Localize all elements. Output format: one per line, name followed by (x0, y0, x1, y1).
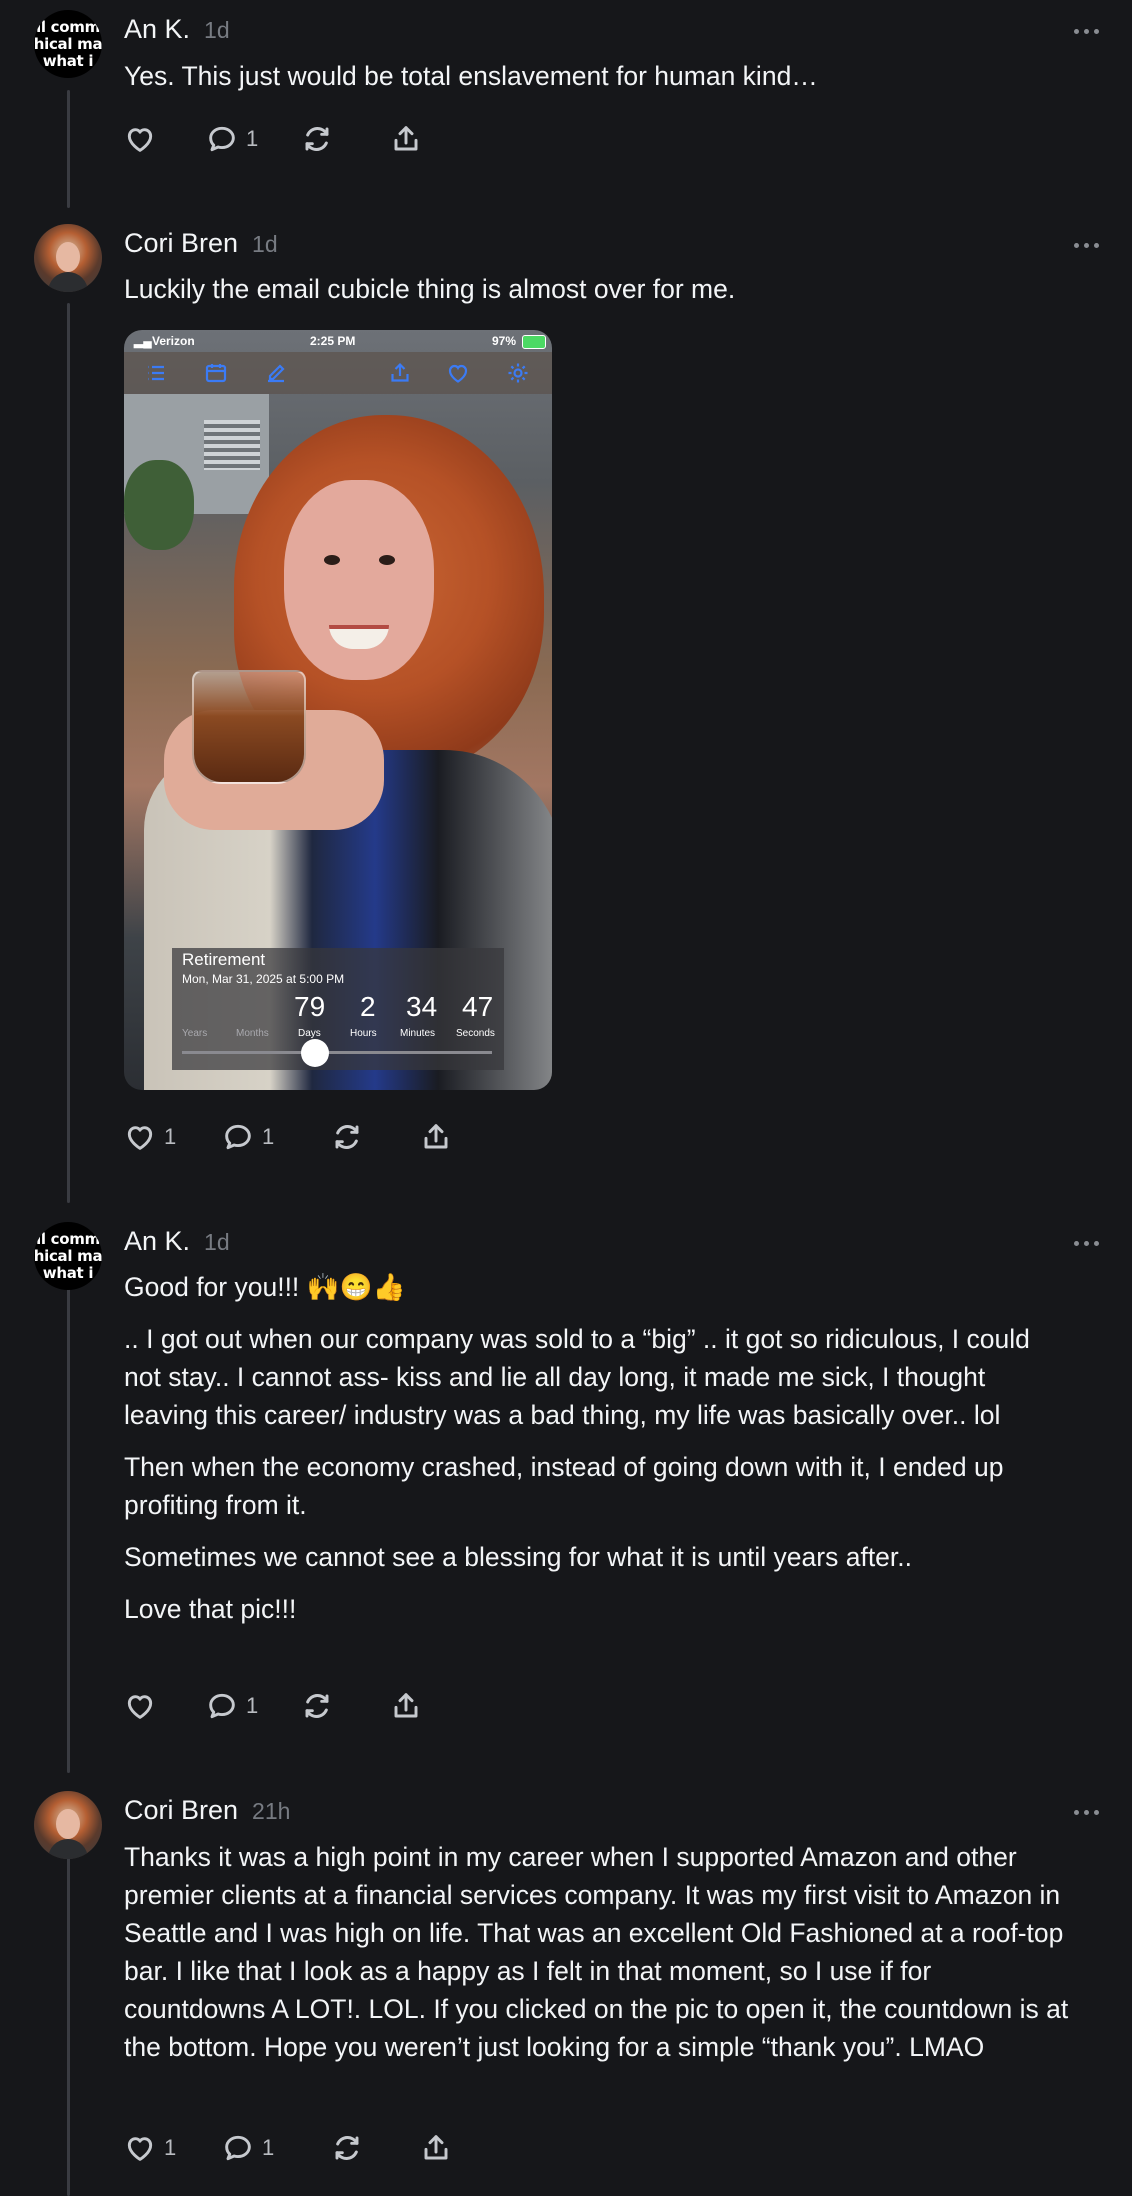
heart-icon (127, 2137, 153, 2161)
comment-button[interactable]: 1 (222, 2128, 331, 2168)
avatar[interactable] (34, 224, 102, 292)
post-time: 1d (252, 231, 278, 257)
author-name[interactable]: Cori Bren 1d (124, 228, 278, 259)
share-button[interactable] (390, 1686, 422, 1726)
share-button[interactable] (420, 1117, 452, 1157)
thread-line (67, 303, 70, 1203)
repost-button[interactable] (301, 119, 390, 159)
countdown-progress-track (182, 1051, 492, 1054)
more-options-icon[interactable] (1074, 1238, 1104, 1248)
repost-icon (305, 127, 329, 151)
share-icon (424, 2135, 448, 2160)
like-button[interactable] (124, 119, 206, 159)
post-image[interactable]: ▂▄ Verizon 2:25 PM 97% Retirement Mon, M… (124, 330, 552, 1090)
share-icon (394, 126, 418, 151)
comment-button[interactable]: 1 (222, 1117, 331, 1157)
post-actions: 1 (124, 1686, 422, 1726)
avatar[interactable]: ll comm hical ma what i (34, 1222, 102, 1290)
post-time: 1d (204, 1229, 230, 1255)
battery-icon (522, 335, 546, 349)
repost-button[interactable] (301, 1686, 390, 1726)
comment-icon (225, 2135, 251, 2161)
repost-icon (305, 1694, 329, 1718)
repost-icon (335, 2136, 359, 2160)
share-button[interactable] (420, 2128, 452, 2168)
heart-icon (127, 1695, 153, 1719)
comment-icon (225, 1124, 251, 1150)
calendar-icon (205, 364, 227, 383)
author-name[interactable]: Cori Bren 21h (124, 1795, 290, 1826)
more-options-icon[interactable] (1074, 240, 1104, 250)
like-button[interactable]: 1 (124, 2128, 222, 2168)
author-name[interactable]: An K. 1d (124, 14, 230, 45)
post-actions: 1 (124, 119, 422, 159)
heart-icon (127, 1126, 153, 1150)
heart-icon (448, 364, 468, 383)
post-actions: 1 1 (124, 1117, 452, 1157)
more-options-icon[interactable] (1074, 26, 1104, 36)
share-icon (424, 1124, 448, 1149)
share-icon (394, 1693, 418, 1718)
repost-button[interactable] (331, 2128, 420, 2168)
repost-button[interactable] (331, 1117, 420, 1157)
repost-icon (335, 1125, 359, 1149)
share-icon (391, 362, 409, 382)
comment-icon (209, 1693, 235, 1719)
like-button[interactable] (124, 1686, 206, 1726)
author-name[interactable]: An K. 1d (124, 1226, 230, 1257)
thread-line (67, 1843, 70, 2196)
post-text: Luckily the email cubicle thing is almos… (124, 274, 736, 304)
post-time: 1d (204, 17, 230, 43)
edit-icon (268, 364, 285, 383)
countdown-progress-knob (301, 1039, 330, 1067)
thread-line (67, 90, 70, 208)
post-actions: 1 1 (124, 2128, 452, 2168)
comment-button[interactable]: 1 (206, 1686, 301, 1726)
countdown-card: Retirement Mon, Mar 31, 2025 at 5:00 PM … (172, 948, 504, 1070)
more-options-icon[interactable] (1074, 1807, 1104, 1817)
post-text: Yes. This just would be total enslavemen… (124, 61, 818, 91)
comment-icon (209, 126, 235, 152)
list-icon (148, 365, 164, 381)
post-text: Good for you!!! 🙌😁👍 .. I got out when ou… (124, 1272, 1030, 1624)
avatar[interactable]: ll comm hical ma what i (34, 10, 102, 78)
post-time: 21h (252, 1798, 291, 1824)
heart-icon (127, 128, 153, 152)
gear-icon (508, 363, 528, 383)
like-button[interactable]: 1 (124, 1117, 222, 1157)
comment-button[interactable]: 1 (206, 119, 301, 159)
image-app-toolbar (124, 352, 552, 394)
avatar[interactable] (34, 1791, 102, 1859)
thread-line (67, 1275, 70, 1773)
share-button[interactable] (390, 119, 422, 159)
signal-icon: ▂▄ (134, 334, 152, 348)
image-status-bar: ▂▄ Verizon 2:25 PM 97% (124, 330, 552, 352)
post-text: Thanks it was a high point in my career … (124, 1842, 1069, 2062)
